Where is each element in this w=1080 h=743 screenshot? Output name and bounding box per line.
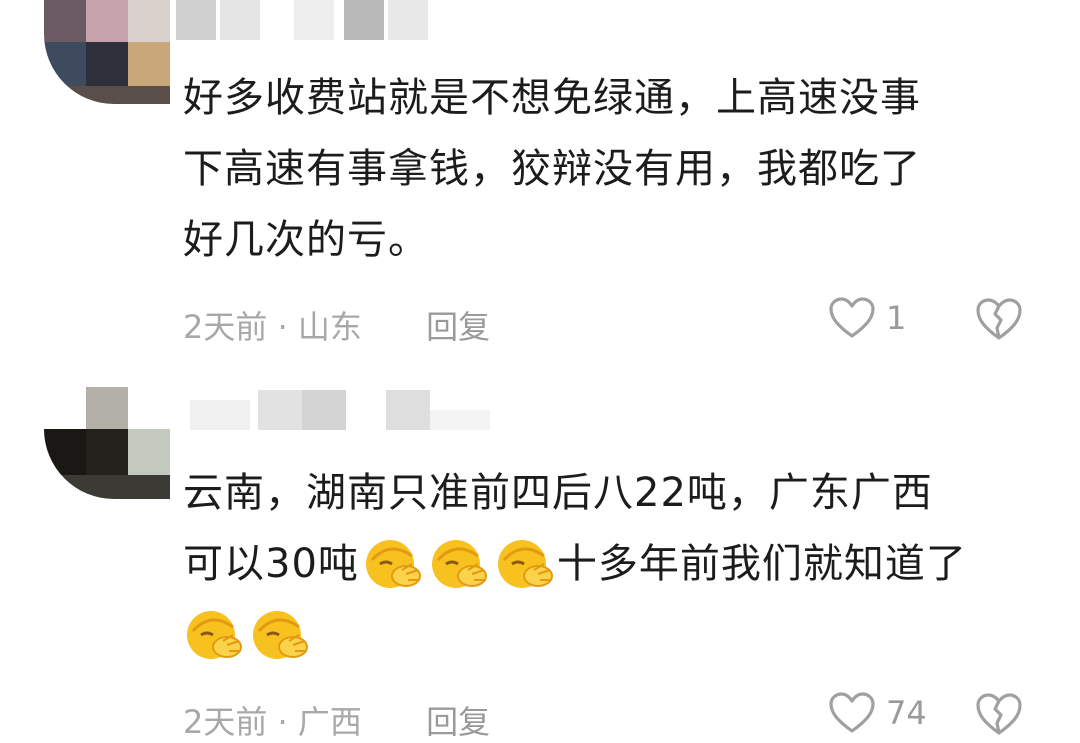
comment-time: 2天前 [183,308,268,346]
comment-line: 云南，湖南只准前四后八22吨，广东广西 [183,470,933,516]
comment-location: 广西 [297,703,362,741]
avatar[interactable] [44,387,170,499]
dislike-button[interactable] [974,691,1024,741]
comment-meta: 2天前 · 山东 回复 [183,302,490,348]
comment-line: 好几次的亏。 [183,217,429,263]
comment-text-fragment: 十多年前我们就知道了 [556,541,967,587]
like-count: 1 [886,299,907,337]
facepalm-emoji-icon [365,540,421,588]
like-count: 74 [886,694,927,732]
comment-meta: 2天前 · 广西 回复 [183,697,490,743]
avatar[interactable] [44,0,170,104]
reply-button[interactable]: 回复 [426,308,490,346]
comment-line [183,600,1043,671]
broken-heart-icon [976,693,1022,735]
comment-1: 好多收费站就是不想免绿通，上高速没事 下高速有事拿钱，狡辩没有用，我都吃了 好几… [0,0,1080,360]
comment-2: 云南，湖南只准前四后八22吨，广东广西 可以30吨 十多年前我们就知道了 2天前 … [0,360,1080,741]
heart-outline-icon [829,297,875,338]
username-mosaic[interactable] [190,390,510,430]
facepalm-emoji-icon [497,540,553,588]
like-button[interactable]: 74 [828,691,927,735]
facepalm-emoji-icon [187,611,242,659]
comment-line: 好多收费站就是不想免绿通，上高速没事 [183,75,921,121]
meta-separator: · [267,703,298,741]
heart-outline-icon [829,692,875,733]
like-button[interactable]: 1 [828,296,906,340]
username-mosaic[interactable] [176,0,496,40]
meta-separator: · [267,308,298,346]
comment-text-fragment: 可以30吨 [183,541,359,587]
comment-text: 好多收费站就是不想免绿通，上高速没事 下高速有事拿钱，狡辩没有用，我都吃了 好几… [183,63,1043,276]
dislike-button[interactable] [974,296,1024,346]
reply-button[interactable]: 回复 [426,703,490,741]
comment-time: 2天前 [183,703,268,741]
comment-text: 云南，湖南只准前四后八22吨，广东广西 可以30吨 十多年前我们就知道了 [183,458,1043,671]
broken-heart-icon [976,298,1022,340]
comment-line: 可以30吨 十多年前我们就知道了 [183,529,1043,600]
facepalm-emoji-icon [431,540,487,588]
facepalm-emoji-icon [253,611,308,659]
comment-location: 山东 [297,308,362,346]
comment-line: 下高速有事拿钱，狡辩没有用，我都吃了 [183,146,921,192]
